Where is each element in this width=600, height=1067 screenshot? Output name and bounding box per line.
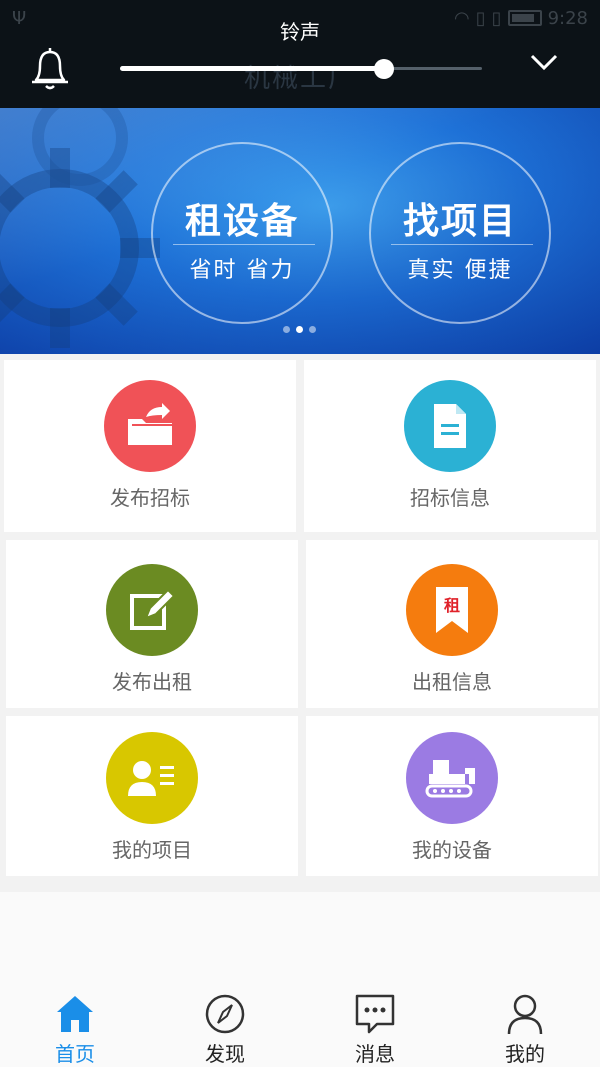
promo-banner[interactable]: 租设备 省时 省力 找项目 真实 便捷 [0,108,600,354]
tender-info-label: 招标信息 [410,486,490,510]
gear-decoration-small-icon [32,108,128,186]
ringtone-title: 铃声 [280,20,320,44]
badge-divider [173,244,315,245]
my-equipment-label: 我的设备 [412,838,492,862]
edit-pencil-icon [130,588,176,630]
tile-rental-info[interactable]: 租 出租信息 [306,540,598,708]
publish-tender-label: 发布招标 [110,486,190,510]
home-icon [57,996,93,1032]
tile-my-equipment[interactable]: 我的设备 [306,716,598,876]
tab-discover-label: 发现 [205,1042,245,1066]
tab-profile[interactable]: 我的 [450,980,600,1067]
my-projects-label: 我的项目 [112,838,192,862]
tab-discover[interactable]: 发现 [150,980,300,1067]
publish-rental-icon-circle [106,564,198,656]
rent-bookmark-text: 租 [443,596,460,615]
compass-icon [205,994,245,1034]
find-project-subtitle: 真实 便捷 [407,258,513,283]
ringtone-volume-overlay: 机械工厂 Ψ ◠ ▯ ▯ 9:28 铃声 [0,0,600,108]
my-equipment-icon-circle [406,732,498,824]
chat-bubble-icon [355,994,395,1034]
tile-publish-tender[interactable]: 发布招标 [4,360,296,532]
tab-home[interactable]: 首页 [0,980,150,1067]
tile-publish-rental[interactable]: 发布出租 [6,540,298,708]
page-dot-active[interactable] [296,326,303,333]
volume-slider-fill [120,66,384,71]
my-projects-icon-circle [106,732,198,824]
tile-tender-info[interactable]: 招标信息 [304,360,596,532]
publish-rental-label: 发布出租 [112,670,192,694]
user-icon [507,994,543,1035]
profile-card-icon [128,761,174,796]
rent-equipment-badge[interactable]: 租设备 省时 省力 [151,142,333,324]
bell-icon[interactable] [28,44,72,92]
chevron-down-icon[interactable] [528,48,560,76]
tab-home-label: 首页 [55,1042,95,1066]
bottom-tab-bar: 首页 发现 消息 我的 [0,980,600,1067]
tender-info-icon-circle [404,380,496,472]
find-project-title: 找项目 [402,201,517,242]
badge-divider [391,244,533,245]
tab-messages-label: 消息 [355,1042,395,1066]
publish-tender-icon-circle [104,380,196,472]
rental-info-icon-circle: 租 [406,564,498,656]
rent-equipment-title: 租设备 [184,201,299,242]
volume-slider-thumb[interactable] [374,59,394,79]
tab-profile-label: 我的 [505,1042,545,1066]
rent-equipment-subtitle: 省时 省力 [189,258,295,283]
find-project-badge[interactable]: 找项目 真实 便捷 [369,142,551,324]
excavator-icon [425,760,475,798]
tile-my-projects[interactable]: 我的项目 [6,716,298,876]
banner-page-indicator [283,326,316,333]
folder-share-icon [128,403,172,445]
rental-info-label: 出租信息 [412,670,492,694]
tab-messages[interactable]: 消息 [300,980,450,1067]
document-icon [434,404,466,448]
page-dot[interactable] [283,326,290,333]
volume-slider[interactable] [120,59,482,79]
page-dot[interactable] [309,326,316,333]
content-spacer [0,892,600,980]
